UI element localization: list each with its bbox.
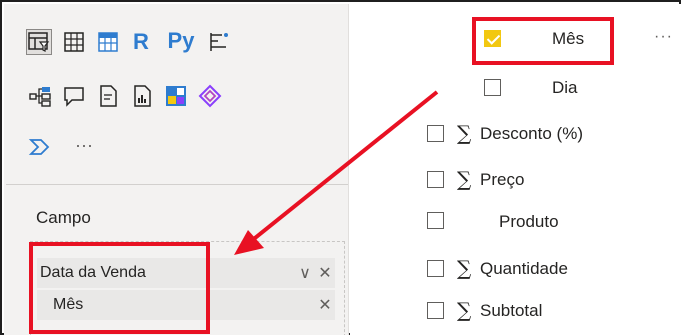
more-options-icon[interactable]: ··· — [654, 28, 673, 46]
key-influencers-icon[interactable] — [207, 29, 233, 55]
decomposition-tree-icon[interactable] — [27, 83, 53, 109]
sum-icon: ∑ — [457, 256, 472, 280]
close-icon[interactable]: ✕ — [315, 263, 335, 283]
table-blue-visual-icon[interactable] — [95, 29, 121, 55]
field-checkbox[interactable] — [427, 302, 444, 319]
power-apps-icon[interactable] — [163, 83, 189, 109]
field-label: Dia — [552, 78, 578, 97]
close-icon[interactable]: ✕ — [315, 295, 335, 315]
window-frame: R Py ··· Campo Data da Venda ∨ ✕ Mês ✕ M… — [0, 0, 681, 335]
field-label: Desconto (%) — [480, 124, 583, 143]
field-label: Preço — [480, 170, 525, 189]
python-visual-icon[interactable]: Py — [162, 28, 200, 54]
sum-icon: ∑ — [457, 121, 472, 145]
field-well-item-label: Mês — [53, 296, 84, 313]
matrix-visual-icon[interactable] — [61, 29, 87, 55]
field-checkbox[interactable] — [427, 125, 444, 142]
sum-icon: ∑ — [457, 298, 472, 322]
field-checkbox[interactable] — [427, 260, 444, 277]
visualizations-pane: R Py ··· Campo Data da Venda ∨ ✕ Mês ✕ — [4, 4, 349, 335]
qa-visual-icon[interactable] — [61, 83, 87, 109]
field-well-item-mes[interactable]: Mês ✕ — [37, 290, 335, 320]
field-label: Produto — [499, 212, 559, 231]
r-script-visual-icon[interactable]: R — [128, 29, 154, 55]
chevron-down-icon[interactable]: ∨ — [295, 263, 315, 283]
sum-icon: ∑ — [457, 167, 472, 191]
more-visuals-icon[interactable]: ··· — [66, 132, 102, 158]
table-visual-icon[interactable] — [26, 29, 52, 55]
field-checkbox[interactable] — [427, 171, 444, 188]
field-well-item-label: Data da Venda — [40, 264, 146, 281]
divider — [6, 184, 348, 185]
field-well-dropzone[interactable] — [30, 241, 345, 335]
field-label: Mês — [552, 29, 585, 48]
paginated-report-icon[interactable] — [129, 83, 155, 109]
power-bi-flow-icon[interactable] — [27, 134, 53, 160]
field-well-title: Campo — [36, 208, 91, 227]
field-checkbox[interactable] — [484, 79, 501, 96]
field-checkbox[interactable] — [427, 212, 444, 229]
field-label: Quantidade — [480, 259, 568, 278]
smart-narrative-icon[interactable] — [95, 83, 121, 109]
field-checkbox[interactable] — [484, 30, 501, 47]
field-well-item-data-da-venda[interactable]: Data da Venda ∨ ✕ — [37, 258, 335, 288]
power-automate-icon[interactable] — [197, 83, 223, 109]
field-label: Subtotal — [480, 301, 543, 320]
